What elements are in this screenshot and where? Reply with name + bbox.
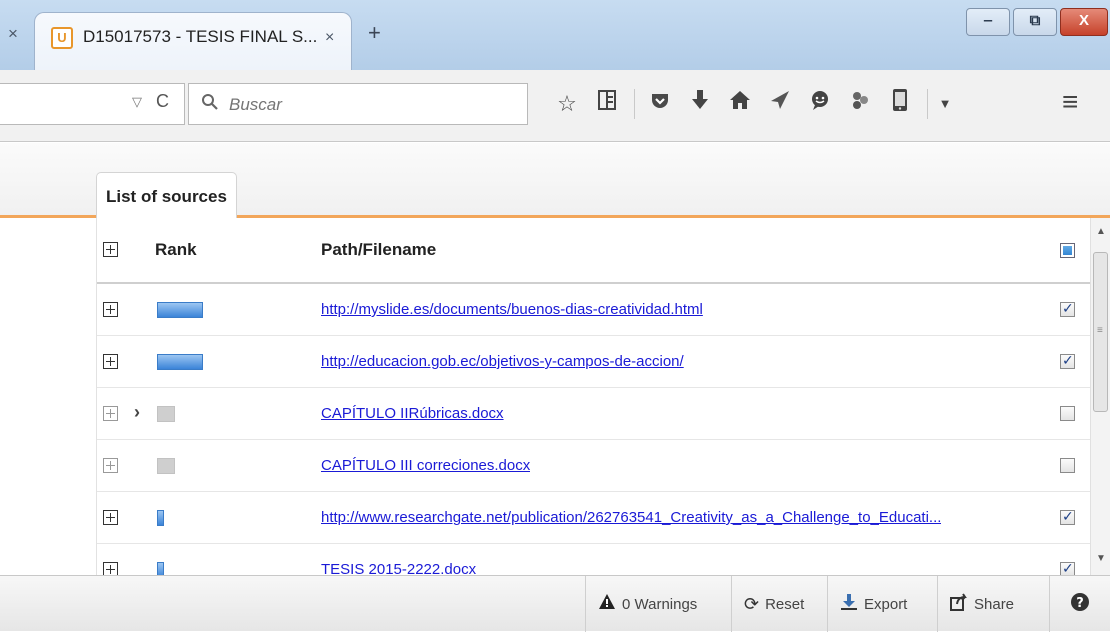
expand-row-icon[interactable] (103, 562, 118, 575)
toolbar-separator (634, 89, 635, 119)
tab-title: D15017573 - TESIS FINAL S... (83, 27, 318, 46)
help-glyph: ? (1076, 596, 1084, 611)
reset-button[interactable]: ⟳ Reset (731, 576, 827, 632)
rank-bar (157, 562, 164, 575)
row-checkbox[interactable] (1060, 300, 1075, 317)
table-row[interactable]: http://myslide.es/documents/buenos-dias-… (97, 284, 1090, 336)
table-row[interactable]: › CAPÍTULO IIRúbricas.docx (97, 388, 1090, 440)
rank-bar (157, 354, 203, 370)
search-bar[interactable] (188, 83, 528, 125)
export-button[interactable]: Export (827, 576, 937, 632)
scroll-down-icon[interactable]: ▼ (1096, 553, 1106, 564)
row-checkbox[interactable] (1060, 560, 1075, 575)
minimize-icon: ‒ (983, 12, 993, 29)
browser-tab-active[interactable]: U D15017573 - TESIS FINAL S... × (34, 12, 352, 70)
source-path-link[interactable]: http://www.researchgate.net/publication/… (321, 509, 941, 526)
close-window-button[interactable]: X (1060, 8, 1108, 36)
source-path-link[interactable]: TESIS 2015-2222.docx (321, 561, 476, 575)
share-icon (950, 592, 968, 616)
rank-bar (157, 406, 175, 422)
select-all-checkbox[interactable] (1060, 243, 1075, 258)
navigation-toolbar: ▽ C ☆ ▼ (0, 70, 1110, 142)
scroll-up-icon[interactable]: ▲ (1096, 226, 1106, 237)
source-path-link[interactable]: http://myslide.es/documents/buenos-dias-… (321, 301, 703, 318)
tab-list-of-sources[interactable]: List of sources (96, 172, 237, 218)
extension-icon[interactable] (841, 88, 879, 120)
expand-row-icon[interactable] (103, 458, 118, 473)
rank-bar (157, 302, 203, 318)
row-checkbox[interactable] (1060, 352, 1075, 369)
source-path-link[interactable]: http://educacion.gob.ec/objetivos-y-camp… (321, 353, 684, 370)
tab-label: List of sources (106, 187, 227, 206)
scrollbar-thumb[interactable]: ≡ (1093, 252, 1108, 412)
source-path-link[interactable]: CAPÍTULO IIRúbricas.docx (321, 405, 504, 422)
table-row[interactable]: CAPÍTULO III correciones.docx (97, 440, 1090, 492)
chat-icon[interactable] (801, 88, 839, 120)
minimize-button[interactable]: ‒ (966, 8, 1010, 36)
url-bar[interactable]: ▽ C (0, 83, 185, 125)
pocket-icon[interactable] (641, 88, 679, 120)
chevron-right-icon[interactable]: › (134, 402, 140, 423)
refresh-icon: ⟳ (744, 593, 760, 614)
export-label: Export (864, 595, 908, 613)
reload-icon[interactable]: C (156, 91, 169, 112)
chevron-down-icon[interactable]: ▼ (934, 88, 956, 120)
window-controls: ‒ ⧉ X (966, 8, 1110, 36)
bookmark-star-icon[interactable]: ☆ (548, 88, 586, 120)
phone-icon[interactable] (881, 88, 919, 120)
restore-icon: ⧉ (1029, 12, 1041, 29)
browser-tab-strip: × U D15017573 - TESIS FINAL S... × + ‒ ⧉… (0, 0, 1110, 70)
tab-close-icon[interactable]: × (325, 29, 334, 47)
sources-table: Rank Path/Filename http://myslide.es/doc… (96, 218, 1090, 575)
reading-list-icon[interactable] (588, 88, 626, 120)
search-icon (201, 93, 219, 116)
close-icon: X (1078, 12, 1089, 29)
expand-row-icon[interactable] (103, 406, 118, 421)
table-row[interactable]: http://www.researchgate.net/publication/… (97, 492, 1090, 544)
send-icon[interactable] (761, 88, 799, 120)
rank-bar (157, 458, 175, 474)
urkund-favicon-icon: U (51, 27, 73, 49)
warnings-button[interactable]: 0 Warnings (585, 576, 731, 632)
warnings-label: 0 Warnings (622, 595, 698, 613)
footer-toolbar: 0 Warnings ⟳ Reset Export Share ? (0, 575, 1110, 632)
help-icon: ? (1070, 592, 1090, 617)
expand-row-icon[interactable] (103, 354, 118, 369)
hamburger-menu-icon[interactable]: ≡ (1062, 86, 1078, 118)
table-row[interactable]: TESIS 2015-2222.docx (97, 544, 1090, 575)
column-header-path[interactable]: Path/Filename (321, 240, 436, 260)
share-button[interactable]: Share (937, 576, 1049, 632)
row-checkbox[interactable] (1060, 458, 1075, 473)
row-checkbox[interactable] (1060, 508, 1075, 525)
home-icon[interactable] (721, 88, 759, 120)
table-header: Rank Path/Filename (97, 218, 1090, 284)
download-icon[interactable] (681, 88, 719, 120)
restore-button[interactable]: ⧉ (1013, 8, 1057, 36)
column-header-rank[interactable]: Rank (155, 240, 197, 260)
row-checkbox[interactable] (1060, 406, 1075, 421)
url-history-dropdown-icon[interactable]: ▽ (132, 94, 142, 110)
expand-row-icon[interactable] (103, 302, 118, 317)
expand-all-icon[interactable] (103, 242, 118, 257)
expand-row-icon[interactable] (103, 510, 118, 525)
table-row[interactable]: http://educacion.gob.ec/objetivos-y-camp… (97, 336, 1090, 388)
scrollbar-grip-icon: ≡ (1097, 325, 1103, 336)
warning-icon (598, 593, 616, 615)
rank-bar (157, 510, 164, 526)
reset-label: Reset (765, 595, 805, 613)
help-button[interactable]: ? (1049, 576, 1110, 632)
previous-tab-close-icon[interactable]: × (8, 24, 18, 44)
toolbar-icons: ☆ ▼ (548, 88, 958, 120)
source-path-link[interactable]: CAPÍTULO III correciones.docx (321, 457, 530, 474)
table-scrollbar[interactable]: ▲ ≡ ▼ (1090, 218, 1110, 575)
search-input[interactable] (229, 93, 509, 117)
new-tab-button[interactable]: + (368, 20, 381, 46)
download-icon (840, 593, 858, 616)
page-content: List of sources Rank Path/Filename http:… (0, 143, 1110, 632)
share-label: Share (974, 595, 1015, 613)
toolbar-separator (927, 89, 928, 119)
